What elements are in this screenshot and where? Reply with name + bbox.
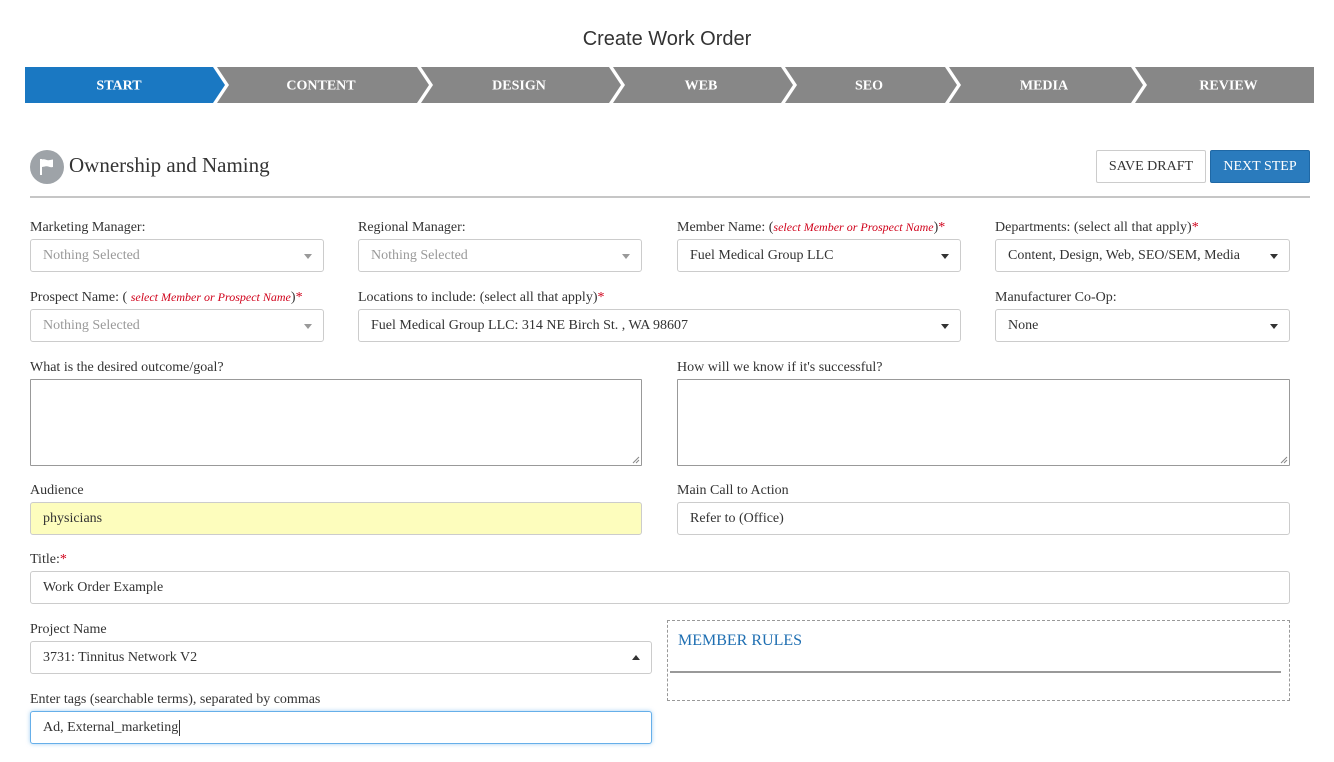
project-name-select[interactable]: 3731: Tinnitus Network V2: [30, 641, 652, 674]
cta-label: Main Call to Action: [677, 483, 789, 498]
member-name-hint: select Member or Prospect Name: [773, 220, 934, 234]
save-draft-button[interactable]: SAVE DRAFT: [1096, 150, 1206, 183]
divider: [670, 671, 1281, 673]
success-label: How will we know if it's successful?: [677, 360, 883, 375]
step-label-start: START: [96, 79, 142, 94]
regional-manager-select[interactable]: Nothing Selected: [358, 239, 642, 272]
chevron-up-icon: [632, 655, 640, 660]
required-marker: *: [938, 220, 946, 235]
goal-label: What is the desired outcome/goal?: [30, 360, 224, 375]
resize-grip-icon[interactable]: [632, 456, 640, 464]
locations-value: Fuel Medical Group LLC: 314 NE Birch St.…: [371, 317, 689, 333]
member-name-select[interactable]: Fuel Medical Group LLC: [677, 239, 961, 272]
regional-manager-value: Nothing Selected: [371, 247, 468, 263]
member-rules-panel: MEMBER RULES: [667, 620, 1290, 701]
marketing-manager-value: Nothing Selected: [43, 247, 140, 263]
departments-label: Departments: (select all that apply)*: [995, 220, 1199, 236]
title-label: Title:*: [30, 552, 67, 568]
member-name-value: Fuel Medical Group LLC: [690, 247, 834, 263]
cta-input[interactable]: Refer to (Office): [677, 502, 1290, 535]
coop-label: Manufacturer Co-Op:: [995, 290, 1117, 305]
chevron-down-icon: [941, 324, 949, 329]
prospect-name-select[interactable]: Nothing Selected: [30, 309, 324, 342]
page-title: Create Work Order: [582, 28, 752, 50]
prospect-name-label: Prospect Name: ( select Member or Prospe…: [30, 290, 303, 306]
required-marker: *: [59, 552, 67, 567]
tags-input[interactable]: Ad, External_marketing: [30, 711, 652, 744]
locations-label: Locations to include: (select all that a…: [358, 290, 604, 306]
success-textarea[interactable]: [677, 379, 1290, 466]
regional-manager-label: Regional Manager:: [358, 220, 466, 235]
departments-value: Content, Design, Web, SEO/SEM, Media: [1008, 247, 1240, 263]
section-title: Ownership and Naming: [69, 153, 270, 177]
text-cursor: [179, 719, 181, 736]
chevron-down-icon: [1270, 324, 1278, 329]
locations-select[interactable]: Fuel Medical Group LLC: 314 NE Birch St.…: [358, 309, 961, 342]
chevron-down-icon: [304, 254, 312, 259]
title-label-text: Title:: [30, 552, 60, 567]
wizard-stepper: START CONTENT DESIGN WEB SEO MEDIA REVIEW: [25, 67, 1314, 103]
marketing-manager-select[interactable]: Nothing Selected: [30, 239, 324, 272]
step-label-seo: SEO: [855, 79, 883, 94]
step-label-media: MEDIA: [1020, 79, 1069, 94]
required-marker: *: [597, 290, 605, 305]
locations-label-text: Locations to include: (select all that a…: [358, 290, 598, 305]
step-label-review: REVIEW: [1199, 79, 1257, 94]
coop-value: None: [1008, 317, 1039, 333]
chevron-down-icon: [941, 254, 949, 259]
goal-textarea[interactable]: [30, 379, 642, 466]
project-name-label: Project Name: [30, 622, 107, 637]
prospect-name-label-text: Prospect Name: (: [30, 290, 131, 305]
step-label-content: CONTENT: [286, 79, 356, 94]
member-name-label: Member Name: (select Member or Prospect …: [677, 220, 945, 236]
departments-select[interactable]: Content, Design, Web, SEO/SEM, Media: [995, 239, 1290, 272]
cta-value: Refer to (Office): [690, 510, 784, 526]
audience-value: physicians: [43, 510, 103, 526]
step-label-design: DESIGN: [492, 79, 546, 94]
prospect-name-hint: select Member or Prospect Name: [130, 290, 291, 304]
flag-icon: [30, 150, 64, 184]
audience-label: Audience: [30, 483, 84, 498]
resize-grip-icon[interactable]: [1280, 456, 1288, 464]
coop-select[interactable]: None: [995, 309, 1290, 342]
member-name-label-text: Member Name: (: [677, 220, 774, 235]
stepper-graphic: START CONTENT DESIGN WEB SEO MEDIA REVIEW: [25, 67, 1314, 103]
project-name-value: 3731: Tinnitus Network V2: [43, 649, 198, 665]
marketing-manager-label: Marketing Manager:: [30, 220, 146, 235]
section-header: Ownership and Naming SAVE DRAFT NEXT STE…: [30, 148, 1310, 198]
audience-input[interactable]: physicians: [30, 502, 642, 535]
member-rules-title: MEMBER RULES: [678, 632, 803, 649]
next-step-button[interactable]: NEXT STEP: [1210, 150, 1310, 183]
prospect-name-value: Nothing Selected: [43, 317, 140, 333]
required-marker: *: [1191, 220, 1199, 235]
chevron-down-icon: [1270, 254, 1278, 259]
tags-label: Enter tags (searchable terms), separated…: [30, 692, 321, 707]
departments-label-text: Departments: (select all that apply): [995, 220, 1192, 235]
title-value: Work Order Example: [43, 579, 164, 595]
chevron-down-icon: [304, 324, 312, 329]
title-input[interactable]: Work Order Example: [30, 571, 1290, 604]
chevron-down-icon: [622, 254, 630, 259]
required-marker: *: [295, 290, 303, 305]
step-label-web: WEB: [685, 79, 718, 94]
tags-value: Ad, External_marketing: [43, 719, 179, 735]
